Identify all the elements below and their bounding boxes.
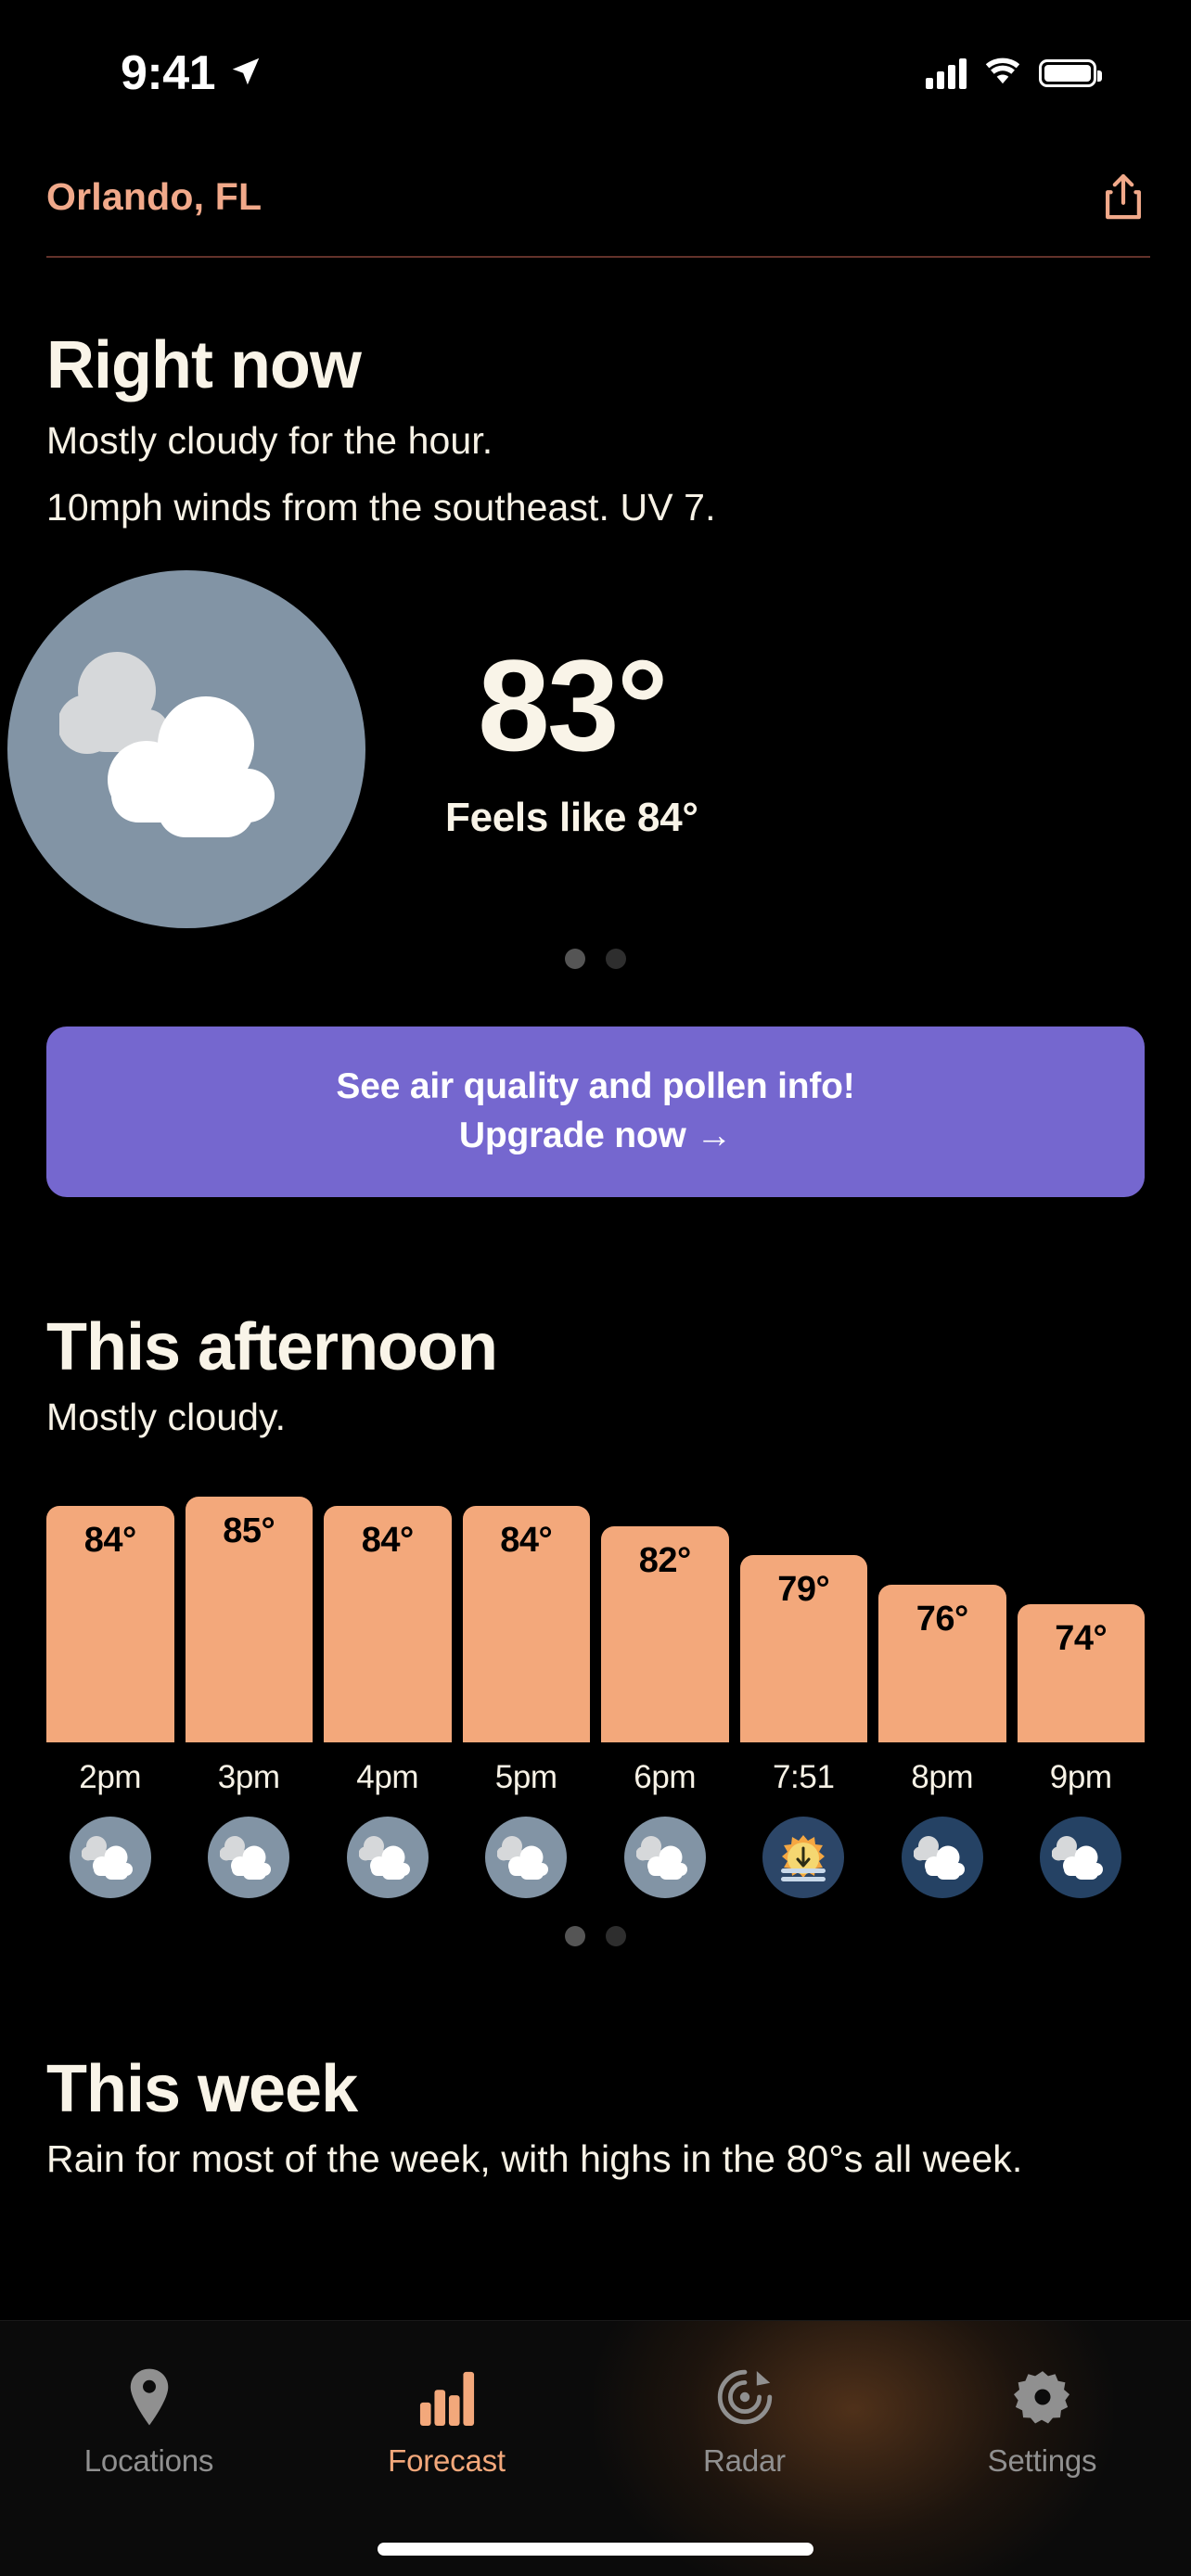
tab-bar: Locations Forecast Radar Settings: [0, 2320, 1191, 2576]
mostly-cloudy-icon: [485, 1817, 568, 1899]
chart-icon-cell: [601, 1817, 729, 1899]
page-dot-active[interactable]: [565, 949, 585, 970]
page-dot-inactive[interactable]: [606, 949, 626, 970]
chart-bar-column[interactable]: 84°: [324, 1486, 452, 1743]
mostly-cloudy-night-icon: [1040, 1817, 1122, 1899]
chart-bar[interactable]: 85°: [185, 1496, 313, 1743]
chart-bar-column[interactable]: 74°: [1017, 1486, 1145, 1743]
chart-bar[interactable]: 82°: [601, 1525, 729, 1743]
chart-icon-cell: [186, 1817, 314, 1899]
chart-time-label: 7:51: [772, 1759, 835, 1796]
chart-icon-cell: [324, 1817, 452, 1899]
mostly-cloudy-icon: [69, 1817, 151, 1899]
upgrade-banner-line1: See air quality and pollen info!: [336, 1066, 855, 1107]
this-week-title: This week: [46, 2052, 358, 2127]
chart-bar-column[interactable]: 84°: [46, 1486, 174, 1743]
tab-forecast[interactable]: Forecast: [298, 2362, 596, 2479]
right-now-line2: 10mph winds from the southeast. UV 7.: [46, 485, 716, 529]
tab-label-radar: Radar: [703, 2443, 786, 2478]
right-now-line1: Mostly cloudy for the hour.: [46, 419, 493, 462]
this-afternoon-summary: Mostly cloudy.: [46, 1396, 287, 1439]
chart-time-label: 8pm: [911, 1759, 974, 1796]
chart-time-label: 5pm: [494, 1759, 557, 1796]
hourly-condition-icons: [0, 1796, 1191, 1899]
chart-time-label: 3pm: [217, 1759, 280, 1796]
this-afternoon-section: This afternoon Mostly cloudy.: [0, 1197, 1191, 1442]
chart-bar-column[interactable]: 76°: [878, 1486, 1006, 1743]
tab-label-forecast: Forecast: [388, 2443, 506, 2478]
status-bar: 9:41: [0, 0, 1191, 121]
chart-bar[interactable]: 84°: [46, 1506, 174, 1743]
afternoon-page-dots[interactable]: [0, 1926, 1191, 1947]
cloud-front-shape: [96, 691, 302, 848]
gear-icon: [1013, 2362, 1071, 2429]
chart-bar-column[interactable]: 84°: [462, 1486, 590, 1743]
share-icon[interactable]: [1102, 172, 1145, 221]
mostly-cloudy-night-icon: [901, 1817, 983, 1899]
this-afternoon-title: This afternoon: [46, 1310, 498, 1385]
hourly-time-labels: 2pm 3pm 4pm 5pm 6pm 7:51 8pm 9pm: [0, 1742, 1191, 1796]
chart-icon-cell: [1018, 1817, 1146, 1899]
current-temperature: 83°: [477, 632, 669, 779]
chart-bar-column[interactable]: 79°: [739, 1486, 867, 1743]
map-pin-icon: [124, 2362, 174, 2429]
tab-radar[interactable]: Radar: [596, 2362, 893, 2479]
status-bar-right: [926, 31, 1130, 91]
chart-icon-cell: [740, 1817, 868, 1899]
mostly-cloudy-icon: [623, 1817, 706, 1899]
right-now-page-dots[interactable]: [0, 949, 1191, 970]
tab-locations[interactable]: Locations: [0, 2362, 298, 2479]
wifi-icon: [983, 57, 1022, 91]
right-now-section: Right now Mostly cloudy for the hour. 10…: [0, 256, 1191, 531]
upgrade-banner-line2: Upgrade now →: [458, 1116, 733, 1156]
battery-full-icon: [1039, 59, 1102, 87]
current-temperature-group: 83° Feels like 84°: [445, 641, 698, 858]
sunset-icon: [762, 1817, 845, 1899]
page-dot-inactive[interactable]: [606, 1926, 626, 1947]
page-dot-active[interactable]: [565, 1926, 585, 1947]
upgrade-banner[interactable]: See air quality and pollen info! Upgrade…: [46, 1027, 1145, 1198]
chart-bar[interactable]: 74°: [1017, 1604, 1145, 1743]
home-indicator[interactable]: [378, 2543, 813, 2556]
tab-label-settings: Settings: [987, 2443, 1097, 2478]
chart-bar[interactable]: 79°: [739, 1555, 867, 1743]
tab-settings[interactable]: Settings: [893, 2362, 1191, 2479]
chart-icon-cell: [46, 1817, 174, 1899]
location-header[interactable]: Orlando, FL: [0, 172, 1191, 221]
this-week-summary: Rain for most of the week, with highs in…: [46, 2137, 1023, 2181]
bar-chart-icon: [418, 2362, 476, 2429]
status-bar-left: 9:41: [0, 19, 263, 101]
chart-bar-column[interactable]: 82°: [601, 1486, 729, 1743]
chart-bar[interactable]: 84°: [324, 1506, 452, 1743]
chart-bar[interactable]: 84°: [462, 1506, 590, 1743]
tab-list: Locations Forecast Radar Settings: [0, 2321, 1191, 2479]
radar-icon: [715, 2362, 775, 2429]
location-name[interactable]: Orlando, FL: [46, 175, 262, 219]
chart-time-label: 6pm: [634, 1759, 697, 1796]
mostly-cloudy-icon: [346, 1817, 429, 1899]
chart-time-label: 4pm: [356, 1759, 419, 1796]
mostly-cloudy-icon: [208, 1817, 290, 1899]
chart-time-label: 2pm: [79, 1759, 142, 1796]
scroll-content: Right now Mostly cloudy for the hour. 10…: [0, 256, 1191, 2184]
app-screen: 9:41 Orlando, FL Right now Mostly cloudy…: [0, 0, 1191, 2576]
feels-like-temperature: Feels like 84°: [445, 795, 698, 841]
this-week-section: This week Rain for most of the week, wit…: [0, 1946, 1191, 2184]
status-bar-clock: 9:41: [121, 46, 216, 100]
chart-time-label: 9pm: [1049, 1759, 1112, 1796]
location-arrow-icon: [228, 54, 263, 94]
cellular-bars-icon: [926, 57, 967, 89]
chart-icon-cell: [878, 1817, 1006, 1899]
tab-label-locations: Locations: [83, 2443, 214, 2478]
chart-bar-column[interactable]: 85°: [185, 1486, 313, 1743]
current-conditions-row: 83° Feels like 84°: [0, 531, 1191, 929]
hourly-temperature-chart[interactable]: 84° 85° 84° 84° 82° 79° 76° 74°: [0, 1442, 1191, 1743]
chart-bar[interactable]: 76°: [878, 1585, 1006, 1743]
chart-icon-cell: [463, 1817, 591, 1899]
right-now-title: Right now: [46, 328, 362, 402]
mostly-cloudy-icon: [7, 570, 365, 929]
